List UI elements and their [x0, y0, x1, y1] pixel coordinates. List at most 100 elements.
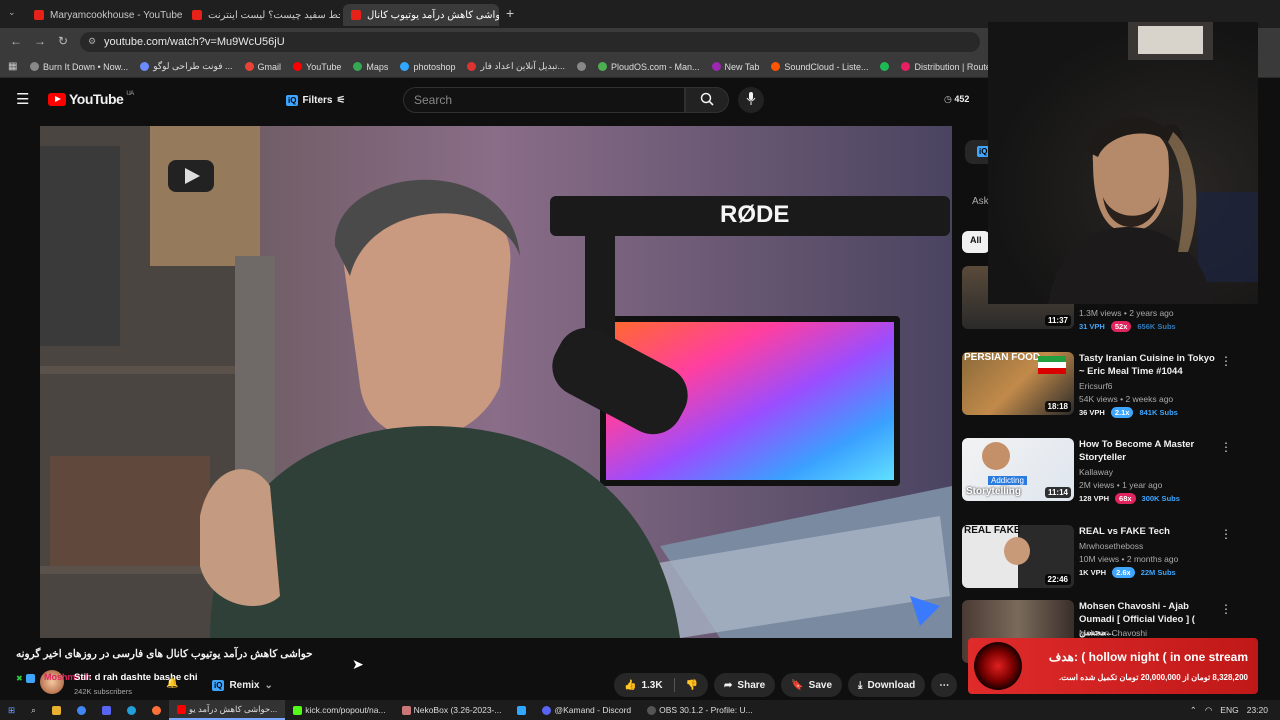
bookmark-item[interactable] — [880, 62, 890, 71]
new-tab-button[interactable]: + — [506, 5, 514, 21]
network-icon[interactable]: ◠ — [1205, 705, 1212, 716]
ratio-pill: 52x — [1110, 321, 1132, 332]
search-input[interactable]: Search — [403, 87, 685, 113]
video-thumbnail[interactable]: Addicting Storytelling 11:14 — [962, 438, 1074, 501]
more-options-icon[interactable]: ⋮ — [1220, 440, 1232, 454]
clock[interactable]: 23:20 — [1247, 705, 1268, 715]
discord-icon — [542, 705, 552, 715]
browser-tab[interactable]: خط سفید چیست؟ لیست اینترنت ✕ — [184, 4, 340, 26]
more-options-icon[interactable]: ⋮ — [1220, 354, 1232, 368]
search-button[interactable] — [685, 87, 729, 113]
presenter-face — [1004, 537, 1030, 565]
streamer-camera — [1048, 22, 1258, 304]
youtube-logo[interactable]: YouTube UA — [48, 91, 134, 107]
share-button[interactable]: ➦ Share — [714, 673, 776, 697]
thumbs-down-icon[interactable]: 👎 — [686, 680, 698, 691]
download-button[interactable]: ⤓ Download — [848, 673, 926, 697]
bookmark-item[interactable]: PloudOS.com - Man... — [598, 62, 700, 72]
video-title[interactable]: Tasty Iranian Cuisine in Tokyo ~ Eric Me… — [1079, 352, 1217, 378]
like-button[interactable]: 👍 1.3K 👎 — [614, 673, 709, 697]
pinned-app[interactable] — [94, 700, 119, 720]
notification-bell-icon[interactable]: 🔔 — [166, 678, 178, 689]
pinned-app[interactable] — [119, 700, 144, 720]
bookmark-item[interactable]: SoundCloud - Liste... — [771, 62, 868, 72]
recommended-video[interactable]: REAL FAKE 22:46 REAL vs FAKE Tech Mrwhos… — [962, 525, 1262, 589]
save-button[interactable]: 🔖 Save — [781, 673, 843, 697]
obs-icon — [647, 705, 657, 715]
video-thumbnail[interactable]: PERSIAN FOOD 18:18 — [962, 352, 1074, 415]
more-actions-button[interactable]: ⋯ — [931, 673, 958, 697]
forward-arrow-icon[interactable]: → — [34, 34, 46, 48]
thumbnail-text: Storytelling — [966, 486, 1022, 497]
youtube-favicon-icon — [192, 10, 202, 20]
pinned-app[interactable] — [69, 700, 94, 720]
bookmark-item[interactable]: تبدیل آنلاین اعداد فار... — [467, 61, 565, 72]
distribution-icon — [901, 62, 911, 71]
pinned-app[interactable] — [44, 700, 69, 720]
youtube-favicon-icon — [351, 10, 361, 20]
video-title[interactable]: REAL vs FAKE Tech — [1079, 525, 1217, 538]
ask-label[interactable]: Ask — [972, 196, 989, 207]
file-explorer-icon — [51, 705, 61, 715]
recommended-video[interactable]: PERSIAN FOOD 18:18 Tasty Iranian Cuisine… — [962, 352, 1262, 418]
search-taskbar-button[interactable]: ⌕ — [23, 700, 44, 720]
photoshop-icon — [400, 62, 410, 71]
chip-all[interactable]: All — [962, 231, 990, 253]
taskbar-window[interactable] — [509, 700, 534, 720]
more-options-icon[interactable]: ⋮ — [1220, 602, 1232, 616]
nekobox-icon — [401, 705, 411, 715]
filters-button[interactable]: iQ Filters ⚟ — [286, 90, 345, 110]
more-horizontal-icon: ⋯ — [939, 679, 950, 691]
bookmark-item[interactable]: Distribution | Route... — [901, 62, 998, 72]
taskbar-window[interactable]: OBS 30.1.2 - Profile: U... — [639, 700, 761, 720]
language-indicator[interactable]: ENG — [1220, 705, 1238, 715]
pinned-app[interactable] — [144, 700, 169, 720]
bookmark-item[interactable]: Burn It Down • Now... — [30, 62, 128, 72]
new-tab-icon — [711, 62, 721, 71]
microphone-icon — [746, 92, 756, 105]
globe-icon — [30, 62, 39, 71]
video-stats: 128 VPH 68x 300K Subs — [1079, 493, 1180, 504]
remix-button[interactable]: iQ Remix ⌄ — [212, 676, 273, 694]
discord-icon — [101, 705, 111, 715]
bookmark-item[interactable]: New Tab — [711, 62, 759, 72]
tray-chevron-icon[interactable]: ⌃ — [1190, 705, 1197, 716]
channel-name[interactable]: Ericsurf6 — [1079, 381, 1113, 391]
browser-tab[interactable]: Maryamcookhouse - YouTube ✕ — [26, 4, 182, 26]
clock-icon: ◷ — [944, 94, 952, 104]
bookmark-item[interactable] — [577, 62, 586, 71]
recommended-video[interactable]: Addicting Storytelling 11:14 How To Beco… — [962, 438, 1262, 504]
channel-name[interactable]: Kallaway — [1079, 467, 1113, 477]
menu-hamburger-icon[interactable]: ☰ — [16, 90, 29, 108]
channel-name[interactable]: Mrwhosetheboss — [1079, 541, 1143, 551]
browser-tab-active[interactable]: حواشی کاهش درآمد یوتیوب کانال ✕ — [343, 4, 499, 26]
taskbar-window[interactable]: kick.com/popout/na... — [285, 700, 393, 720]
start-button[interactable]: ⊞ — [0, 700, 23, 720]
bookmark-item[interactable]: YouTube — [293, 62, 341, 72]
iran-flag-icon — [1038, 356, 1066, 374]
site-info-icon[interactable]: ⚙ — [88, 36, 96, 47]
chat-message-overlay: Stii: d rah dashte bashe chi — [74, 672, 198, 683]
bookmark-item[interactable]: Gmail — [244, 62, 281, 72]
reload-icon[interactable]: ↻ — [58, 34, 68, 48]
video-player[interactable]: RØDE — [40, 126, 952, 638]
taskbar-window[interactable]: @Kamand - Discord — [534, 700, 639, 720]
url-field[interactable]: ⚙ youtube.com/watch?v=Mu9WcU56jU — [80, 32, 980, 52]
video-meta: 10M views • 2 months ago — [1079, 554, 1179, 564]
donation-title: هدف: ( hollow night ( in one stream — [1048, 650, 1248, 664]
bookmark-item[interactable]: فونت طراحی لوگو ... — [140, 61, 233, 72]
bookmark-item[interactable]: Maps — [353, 62, 388, 72]
voice-search-button[interactable] — [738, 87, 764, 113]
taskbar-window[interactable]: NekoBox (3.26-2023-... — [394, 700, 510, 720]
video-title[interactable]: How To Become A Master Storyteller — [1079, 438, 1217, 464]
tab-search-icon[interactable]: ⌄ — [8, 7, 16, 18]
back-arrow-icon[interactable]: ← — [10, 34, 22, 48]
apps-grid-icon[interactable]: ▦ — [8, 61, 17, 72]
video-thumbnail[interactable]: REAL FAKE 22:46 — [962, 525, 1074, 588]
more-options-icon[interactable]: ⋮ — [1220, 527, 1232, 541]
subs-stat: 656K Subs — [1137, 322, 1176, 331]
taskbar-window-active[interactable]: حواشی کاهش درآمد یو... — [168, 700, 286, 720]
channel-name[interactable]: Mohsen Chavoshi — [1079, 628, 1147, 638]
chat-badge-icon: ✖ — [16, 674, 23, 683]
bookmark-item[interactable]: photoshop — [400, 62, 455, 72]
